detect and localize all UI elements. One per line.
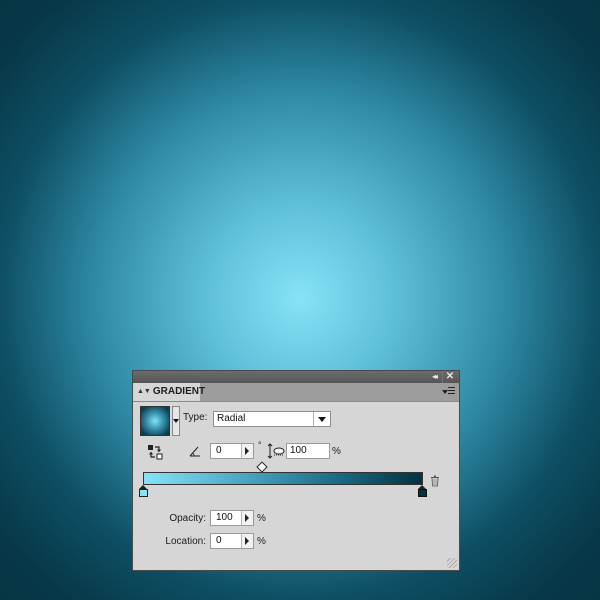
degree-symbol: ° (258, 440, 262, 450)
angle-value: 0 (216, 445, 222, 456)
tab-gradient-label: GRADIENT (152, 386, 206, 397)
location-label: Location: (165, 536, 206, 547)
angle-input[interactable]: 0 (210, 443, 254, 459)
resize-grip-icon[interactable] (447, 558, 457, 568)
location-input[interactable]: 0 (210, 533, 254, 549)
location-value: 0 (216, 535, 222, 546)
opacity-value: 100 (216, 512, 233, 523)
close-icon[interactable]: ✕ (442, 371, 457, 383)
type-select[interactable]: Radial (213, 411, 331, 427)
aspect-ratio-value: 100 (290, 445, 307, 456)
collapse-icon[interactable]: ◂◂ (427, 371, 441, 383)
opacity-input[interactable]: 100 (210, 510, 254, 526)
chevron-down-icon[interactable] (313, 412, 330, 426)
tab-strip: ▲▼ GRADIENT (133, 383, 459, 402)
reverse-gradient-icon[interactable] (147, 444, 163, 460)
type-select-value: Radial (217, 413, 246, 424)
location-stepper-arrow[interactable] (241, 534, 253, 548)
angle-stepper-arrow[interactable] (241, 444, 253, 458)
opacity-percent-symbol: % (257, 513, 266, 524)
opacity-label: Opacity: (169, 513, 206, 524)
swatch-dropdown-button[interactable] (172, 406, 180, 436)
tab-gradient[interactable]: ▲▼ GRADIENT (133, 383, 205, 401)
gradient-stop-end[interactable] (418, 485, 427, 497)
tab-toggle-icon[interactable]: ▲▼ (137, 388, 151, 395)
angle-icon (189, 446, 200, 457)
gradient-stop-start[interactable] (139, 485, 148, 497)
gradient-midpoint-handle[interactable] (256, 461, 268, 473)
trash-icon[interactable] (430, 475, 440, 487)
gradient-swatch[interactable] (140, 406, 170, 436)
gradient-panel: ◂◂ ✕ ▲▼ GRADIENT Type: Radial 0 ° 100 % … (132, 370, 460, 571)
panel-menu-icon[interactable] (442, 386, 456, 398)
gradient-slider[interactable] (143, 472, 423, 485)
aspect-ratio-icon (267, 443, 285, 459)
panel-title-bar[interactable]: ◂◂ ✕ (133, 371, 459, 383)
aspect-ratio-input[interactable]: 100 (286, 443, 330, 459)
aspect-percent-symbol: % (332, 446, 341, 457)
opacity-stepper-arrow[interactable] (241, 511, 253, 525)
location-percent-symbol: % (257, 536, 266, 547)
type-label: Type: (183, 412, 208, 423)
